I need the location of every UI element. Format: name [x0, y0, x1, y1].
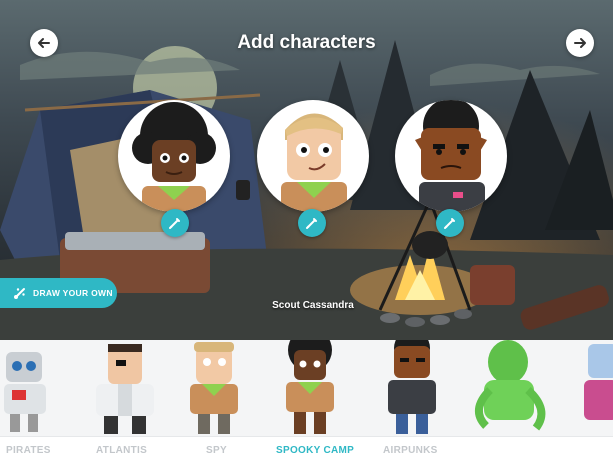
app-screen: Add characters DRAW YOUR OWN Scout Cassa… [0, 0, 613, 462]
pencil-icon [306, 218, 317, 229]
character-option-scout-cassandra[interactable] [286, 340, 334, 434]
character-portrait [415, 100, 487, 212]
edit-character-1-button[interactable] [161, 209, 189, 237]
selected-character-3[interactable] [395, 100, 507, 212]
brush-icon [13, 286, 27, 300]
pencil-icon [444, 218, 455, 229]
page-title: Add characters [237, 32, 376, 53]
selected-character-2[interactable] [257, 100, 369, 212]
pencil-icon [169, 218, 180, 229]
arrow-right-icon [574, 38, 586, 48]
selected-character-1[interactable] [118, 100, 230, 212]
character-tray-illustrations [4, 340, 613, 434]
character-option-robot[interactable] [4, 352, 46, 432]
draw-your-own-button[interactable]: DRAW YOUR OWN [0, 278, 117, 308]
character-option-green-alien[interactable] [475, 340, 546, 431]
character-option-agent[interactable] [96, 344, 154, 434]
tab-spooky-camp[interactable]: SPOOKY CAMP [276, 445, 354, 456]
tab-airpunks[interactable]: AIRPUNKS [383, 445, 438, 456]
draw-your-own-label: DRAW YOUR OWN [33, 288, 113, 298]
selected-character-name: Scout Cassandra [272, 300, 354, 311]
tab-spy[interactable]: SPY [206, 445, 227, 456]
forward-button[interactable] [566, 29, 594, 57]
tab-atlantis[interactable]: ATLANTIS [96, 445, 147, 456]
character-option-scout-blond[interactable] [190, 342, 238, 434]
edit-character-2-button[interactable] [298, 209, 326, 237]
character-option-werewolf[interactable] [388, 340, 436, 434]
category-tabs: PIRATES ATLANTIS SPY SPOOKY CAMP AIRPUNK… [0, 436, 613, 462]
edit-character-3-button[interactable] [436, 209, 464, 237]
character-portrait [281, 113, 347, 212]
character-tray [0, 340, 613, 436]
character-option-partial[interactable] [584, 344, 613, 420]
character-portrait [132, 102, 216, 212]
tab-pirates[interactable]: PIRATES [6, 445, 51, 456]
